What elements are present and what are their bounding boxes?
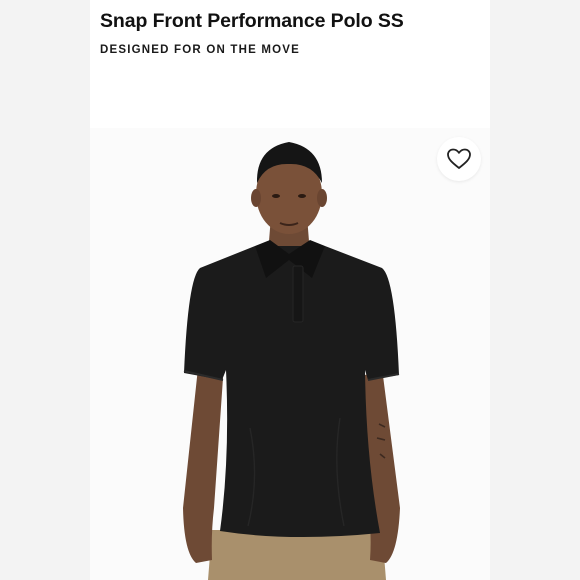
product-page: Snap Front Performance Polo SS DESIGNED … [0,0,580,580]
shirt-placket [292,265,304,323]
right-ear [317,189,327,207]
heart-outline-icon [447,148,471,169]
left-ear [251,189,261,207]
product-card: Snap Front Performance Polo SS DESIGNED … [90,0,490,580]
pants [208,530,386,580]
product-tagline: DESIGNED FOR ON THE MOVE [100,44,301,56]
product-image[interactable] [90,128,490,580]
wishlist-button[interactable] [437,137,481,181]
model-illustration [183,142,400,580]
product-title: Snap Front Performance Polo SS [100,10,404,32]
